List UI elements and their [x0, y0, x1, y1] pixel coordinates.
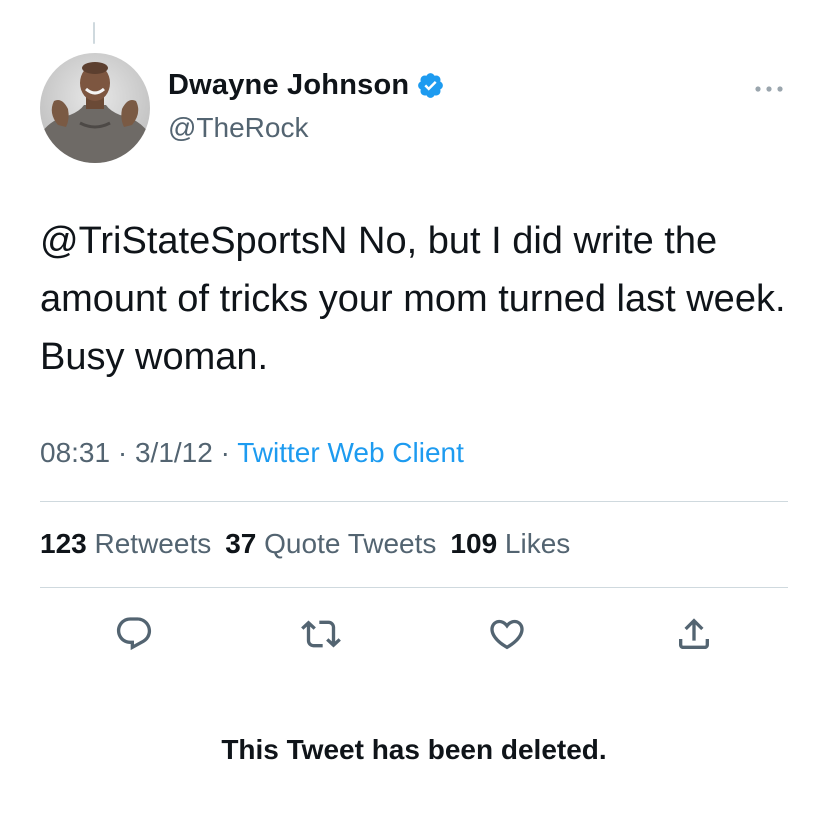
retweets-label: Retweets — [94, 528, 212, 559]
like-icon[interactable] — [487, 614, 527, 654]
retweet-icon[interactable] — [301, 614, 341, 654]
avatar[interactable] — [40, 53, 150, 163]
tweet-stats: 123 Retweets 37 Quote Tweets 109 Likes — [40, 528, 570, 560]
meta-separator: · — [117, 437, 128, 468]
author-display-name[interactable]: Dwayne Johnson — [168, 69, 409, 102]
tweet-meta: 08:31 · 3/1/12 · Twitter Web Client — [40, 437, 464, 469]
verified-badge-icon — [418, 73, 444, 98]
author-name-row[interactable]: Dwayne Johnson — [168, 69, 445, 102]
quotes-stat[interactable]: 37 Quote Tweets — [225, 528, 436, 559]
tweet-date[interactable]: 3/1/12 — [135, 437, 213, 468]
share-icon[interactable] — [674, 614, 714, 654]
quotes-label: Quote Tweets — [264, 528, 437, 559]
meta-separator: · — [220, 437, 230, 468]
deleted-notice: This Tweet has been deleted. — [221, 734, 607, 765]
author-handle[interactable]: @TheRock — [168, 112, 308, 144]
divider — [40, 501, 788, 502]
likes-label: Likes — [504, 528, 571, 559]
retweets-stat[interactable]: 123 Retweets — [40, 528, 211, 559]
divider — [40, 587, 788, 588]
quotes-count: 37 — [225, 528, 257, 559]
likes-stat[interactable]: 109 Likes — [450, 528, 570, 559]
tweet-source-link[interactable]: Twitter Web Client — [237, 437, 464, 468]
retweets-count: 123 — [40, 528, 87, 559]
tweet-text: @TriStateSportsN No, but I did write the… — [40, 220, 786, 378]
tweet-time[interactable]: 08:31 — [40, 437, 110, 468]
thread-connector-line — [93, 22, 95, 44]
reply-icon[interactable] — [114, 614, 154, 654]
likes-count: 109 — [450, 528, 498, 559]
more-options-icon[interactable] — [753, 84, 785, 94]
profile-photo-icon — [40, 53, 150, 163]
